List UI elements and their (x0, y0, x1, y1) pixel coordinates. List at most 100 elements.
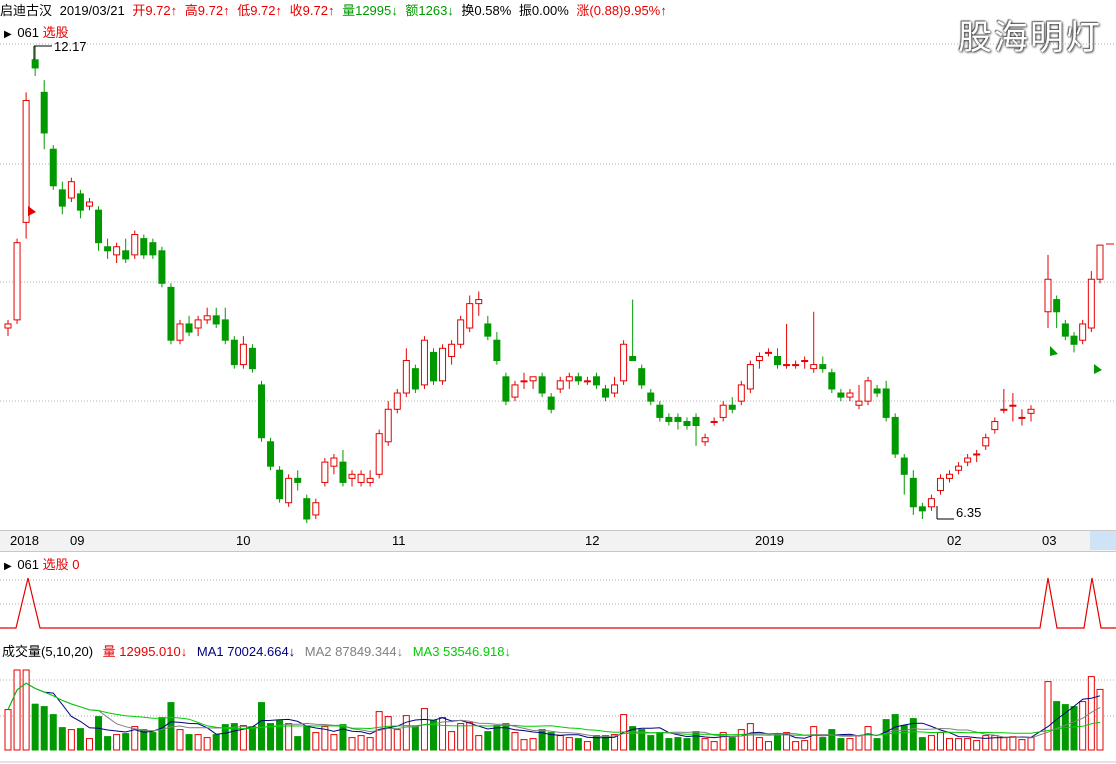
candle-up (457, 319, 465, 345)
candlestick-chart[interactable]: 12.17 6.35 (0, 24, 1116, 530)
volume-bar (49, 714, 57, 751)
volume-bar (4, 709, 12, 751)
candle-up (131, 234, 139, 256)
volume-title: 成交量(5,10,20) (2, 644, 94, 659)
candle-down (819, 364, 827, 370)
volume-bar (357, 735, 365, 751)
candle-up (701, 437, 709, 443)
candle-up (348, 473, 356, 479)
volume-bar (837, 738, 845, 751)
candle-up (611, 384, 619, 394)
volume-bar (583, 741, 591, 751)
candle-down (58, 189, 66, 207)
signal-chart[interactable] (0, 570, 1116, 638)
volume-bar (348, 737, 356, 751)
volume-bar (556, 735, 564, 751)
time-axis: 2018 09 10 11 12 2019 02 03 (0, 530, 1116, 552)
volume-bar (58, 727, 66, 751)
volume-bar (828, 729, 836, 751)
volume-bar (257, 702, 265, 751)
volume-bar (864, 726, 872, 751)
buy-signal-icon (28, 206, 36, 216)
volume-bar (402, 715, 410, 751)
high-label: 12.17 (54, 39, 87, 54)
volume-bar (955, 738, 963, 751)
candle-up (239, 343, 247, 366)
volume-bar (801, 740, 809, 751)
quote-info-bar: 启迪古汉 2019/03/21 开9.72↑ 高9.72↑ 低9.72↑ 收9.… (0, 0, 1116, 22)
volume-chart[interactable] (0, 660, 1116, 764)
candle-up (565, 376, 573, 382)
candle-down (918, 506, 926, 512)
candle-down (1053, 299, 1061, 313)
candle-up (936, 477, 944, 492)
signal-line (0, 577, 1116, 629)
candle-down (276, 469, 284, 500)
candle-down (212, 315, 220, 325)
volume-bar (964, 738, 972, 751)
candle-up (755, 355, 763, 362)
candle-up (710, 420, 718, 423)
volume-bar (366, 737, 374, 751)
quote-date: 2019/03/21 (59, 3, 125, 18)
volume-bar (113, 734, 121, 751)
volume-bar (212, 734, 220, 751)
volume-bar (891, 714, 899, 751)
candle-down (411, 368, 419, 390)
candle-up (529, 376, 537, 382)
candle-down (837, 392, 845, 398)
volume-bar (31, 703, 39, 751)
volume-bar (737, 729, 745, 751)
candle-down (774, 355, 782, 366)
candle-up (321, 461, 329, 483)
volume-bar (294, 736, 302, 751)
candle-up (737, 384, 745, 402)
candle-up (955, 465, 963, 471)
candle-up (964, 457, 972, 463)
candles-group (4, 46, 1104, 524)
volume-bar (647, 735, 655, 751)
candle-up (810, 364, 818, 370)
candle-down (909, 477, 917, 508)
candle-up (85, 201, 93, 207)
volume-bar (774, 734, 782, 751)
candle-down (547, 396, 555, 410)
volume-bar (185, 734, 193, 751)
candle-down (267, 441, 275, 467)
candle-up (194, 319, 202, 329)
candle-up (13, 242, 21, 321)
candle-down (429, 351, 437, 382)
time-tick: 09 (70, 533, 85, 548)
volume-bar (303, 726, 311, 751)
candle-up (783, 364, 791, 367)
candle-down (828, 372, 836, 390)
volume-value: 量12995↓ (342, 3, 398, 18)
candle-up (375, 433, 383, 475)
volume-bar (1096, 688, 1104, 751)
candle-up (330, 457, 338, 467)
candle-up (1027, 408, 1035, 414)
candle-up (973, 453, 981, 456)
candle-down (602, 388, 610, 398)
volume-bar (457, 723, 465, 751)
candle-up (1079, 323, 1087, 341)
high-price: 高9.72↑ (184, 3, 230, 18)
open-price: 开9.72↑ (132, 3, 178, 18)
candle-up (1087, 278, 1095, 329)
candle-up (67, 181, 75, 199)
stock-name: 启迪古汉 (0, 3, 53, 18)
candle-up (176, 323, 184, 341)
volume-bar (846, 738, 854, 751)
volume-bar (900, 725, 908, 751)
scroll-handle[interactable] (1090, 531, 1116, 550)
volume-bar (764, 741, 772, 751)
candle-down (484, 323, 492, 337)
candle-down (538, 376, 546, 394)
candle-down (592, 376, 600, 386)
candle-down (683, 420, 691, 427)
volume-bar (656, 732, 664, 751)
volume-bar (683, 738, 691, 751)
candle-down (31, 59, 39, 69)
candle-down (665, 416, 673, 422)
volume-bar (149, 732, 157, 751)
